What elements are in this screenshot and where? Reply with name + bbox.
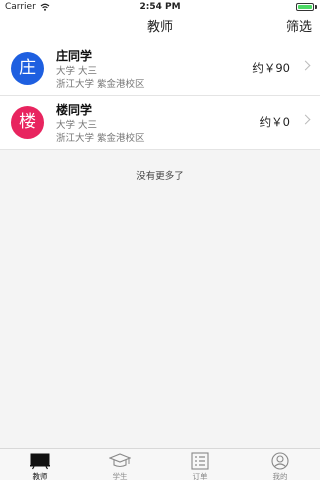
avatar: 庄: [11, 52, 44, 85]
page-title: 教师: [146, 20, 173, 35]
profile-icon: [271, 452, 289, 470]
status-time: 2:54 PM: [139, 2, 181, 12]
filter-button[interactable]: 筛选: [286, 14, 312, 42]
blackboard-icon: [30, 453, 50, 470]
order-list-icon: [191, 452, 209, 470]
tab-profile[interactable]: 我的: [240, 449, 320, 480]
avatar: 楼: [11, 106, 44, 139]
battery-level: [298, 5, 312, 9]
tab-bar: 教师 学生 订单 我的: [0, 448, 320, 480]
tab-orders[interactable]: 订单: [160, 449, 240, 480]
teacher-school: 浙江大学 紫金港校区: [56, 133, 145, 144]
teacher-name: 楼同学: [56, 103, 93, 117]
graduation-cap-icon: [109, 453, 131, 468]
teacher-price: 约￥90: [252, 61, 290, 75]
teacher-row[interactable]: 楼 楼同学 大学 大三 浙江大学 紫金港校区 约￥0: [0, 96, 320, 150]
list-end-label: 没有更多了: [136, 171, 184, 182]
teacher-name: 庄同学: [56, 49, 93, 63]
battery-tip: [315, 5, 317, 9]
chevron-right-icon: [300, 114, 311, 125]
tab-label: 订单: [192, 472, 208, 480]
app-screen: Carrier 2:54 PM 教师 筛选 庄 庄同学 大学 大三 浙江大学 紫…: [0, 0, 320, 480]
nav-bar: 教师 筛选: [0, 14, 320, 43]
teacher-level: 大学 大三: [56, 120, 98, 131]
teacher-level: 大学 大三: [56, 66, 98, 77]
tab-label: 我的: [272, 472, 288, 480]
status-bar: Carrier 2:54 PM: [0, 0, 320, 14]
teacher-school: 浙江大学 紫金港校区: [56, 79, 145, 90]
tab-teachers[interactable]: 教师: [0, 449, 80, 480]
teacher-list: 庄 庄同学 大学 大三 浙江大学 紫金港校区 约￥90 楼 楼同学 大学 大三 …: [0, 42, 320, 150]
teacher-price: 约￥0: [259, 115, 290, 129]
tab-label: 教师: [32, 472, 48, 480]
chevron-right-icon: [300, 60, 311, 71]
tab-students[interactable]: 学生: [80, 449, 160, 480]
tab-label: 学生: [112, 472, 128, 480]
teacher-row[interactable]: 庄 庄同学 大学 大三 浙江大学 紫金港校区 约￥90: [0, 42, 320, 96]
battery-icon: [296, 3, 314, 11]
